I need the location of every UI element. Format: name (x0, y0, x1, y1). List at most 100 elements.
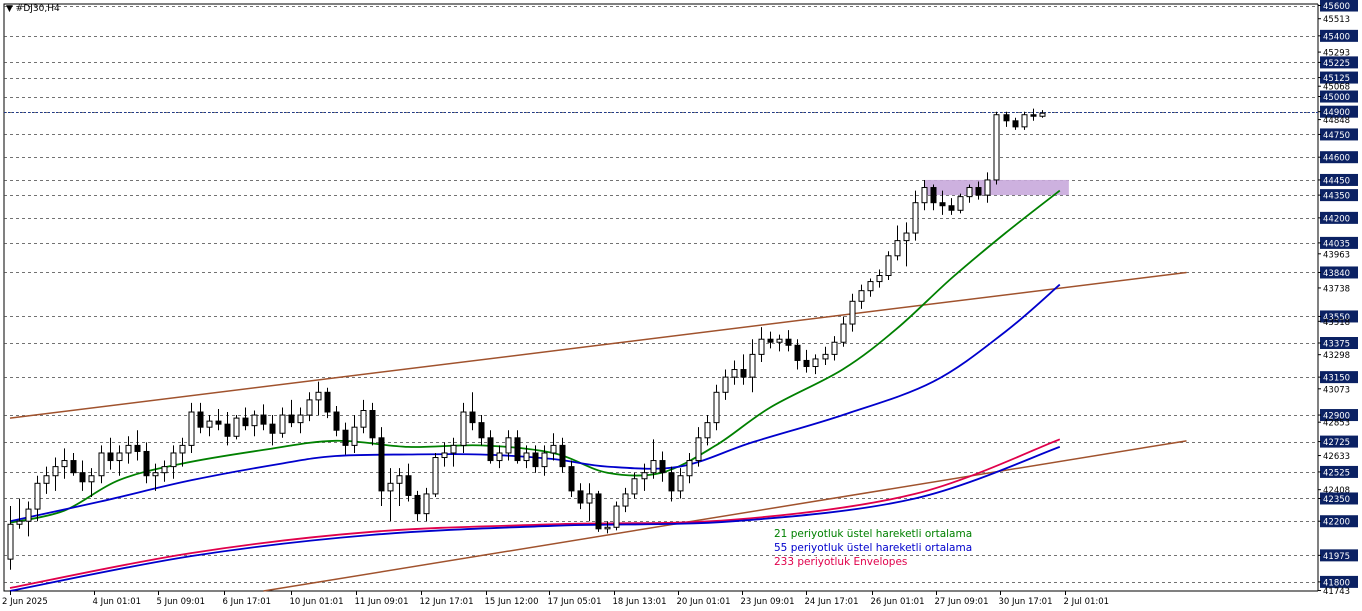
candle-up (957, 196, 964, 211)
time-tick-label: 4 Jun 01:01 (93, 597, 142, 607)
candle-down (242, 417, 249, 427)
price-tick-label: 44450 (1323, 176, 1350, 186)
candle-down (948, 205, 955, 211)
candle-down (930, 187, 937, 204)
candle-up (812, 358, 819, 368)
candle-up (351, 426, 358, 446)
price-tick-label: 43073 (1323, 385, 1350, 395)
candle-up (179, 444, 186, 454)
candle-down (767, 338, 774, 343)
candle-down (794, 344, 801, 361)
candle-up (251, 414, 258, 427)
time-tick-label: 26 Jun 01:01 (871, 597, 925, 607)
candle-up (496, 452, 503, 462)
symbol-label: #DJ30,H4 (15, 4, 60, 14)
price-tick-label: 41743 (1323, 587, 1350, 597)
candle-down (785, 338, 792, 346)
candle-up (306, 399, 313, 416)
candle-up (776, 338, 783, 343)
candle-down (487, 437, 494, 462)
candle-up (279, 414, 286, 434)
candle-down (1030, 114, 1037, 117)
time-tick-label: 23 Jun 09:01 (741, 597, 795, 607)
candle-up (88, 475, 95, 483)
candle-up (25, 508, 32, 522)
candle-up (7, 523, 14, 560)
candle-up (432, 457, 439, 495)
candle-down (70, 460, 77, 474)
candle-up (758, 338, 765, 355)
price-tick-label: 42725 (1323, 438, 1350, 448)
candle-down (469, 411, 476, 424)
candle-down (414, 494, 421, 515)
candle-down (197, 411, 204, 428)
price-tick-label: 43150 (1323, 374, 1350, 384)
candle-down (143, 450, 150, 477)
time-tick-label: 2 Jun 2025 (2, 597, 48, 607)
price-tick-label: 45400 (1323, 32, 1350, 42)
price-tick-label: 45513 (1323, 15, 1350, 25)
candle-up (61, 460, 68, 468)
candle-up (631, 478, 638, 495)
candle-up (450, 444, 457, 454)
candle-down (342, 429, 349, 446)
candle-down (1012, 120, 1019, 128)
legend-item-ema55: 55 periyotluk üstel hareketli ortalama (774, 542, 973, 554)
candle-up (613, 505, 620, 528)
time-tick-label: 30 Jun 17:01 (999, 597, 1053, 607)
title-marker-icon: ▼ (6, 4, 13, 14)
symbol-title: ▼ #DJ30,H4 (6, 4, 60, 14)
time-tick-label: 24 Jun 17:01 (805, 597, 859, 607)
price-tick-label: 44200 (1323, 214, 1350, 224)
candle-up (396, 475, 403, 484)
candle-up (541, 452, 548, 468)
candle-up (921, 187, 928, 204)
candle-up (822, 353, 829, 360)
candle-down (79, 472, 86, 483)
time-tick-label: 12 Jun 17:01 (420, 597, 474, 607)
candle-up (98, 452, 105, 477)
time-tick-label: 20 Jun 01:01 (677, 597, 731, 607)
candle-up (912, 202, 919, 234)
candle-up (188, 411, 195, 446)
candle-down (659, 460, 666, 474)
candle-down (975, 187, 982, 196)
candle-up (867, 281, 874, 292)
price-tick-label: 42525 (1323, 468, 1350, 478)
candle-down (532, 452, 539, 468)
candle-up (34, 482, 41, 510)
candle-up (523, 452, 530, 462)
time-tick-label: 2 Jul 01:01 (1064, 597, 1110, 607)
candle-up (722, 376, 729, 393)
price-tick-label: 44600 (1323, 154, 1350, 164)
candle-up (170, 452, 177, 468)
candle-up (749, 353, 756, 378)
price-tick-label: 42200 (1323, 518, 1350, 528)
legend-item-envelopes: 233 periyotluk Envelopes (774, 556, 908, 568)
candle-down (405, 475, 412, 496)
candle-up (858, 290, 865, 302)
candle-up (16, 520, 23, 525)
price-tick-label: 43298 (1323, 351, 1350, 361)
candle-up (984, 179, 991, 196)
candle-up (650, 460, 657, 474)
time-tick-label: 27 Jun 09:01 (935, 597, 989, 607)
candle-up (387, 482, 394, 492)
time-tick-label: 10 Jun 01:01 (290, 597, 344, 607)
candle-up (233, 417, 240, 437)
candle-down (514, 437, 521, 462)
candle-down (559, 444, 566, 468)
candle-down (568, 466, 575, 492)
candle-down (803, 359, 810, 368)
chart-area: 45600 45513 45400 45293 45225 45125 45068 45000… (0, 0, 1362, 611)
price-tick-label: 44350 (1323, 192, 1350, 202)
candle-down (478, 422, 485, 439)
candle-down (260, 414, 267, 425)
candle-up (125, 444, 132, 454)
time-tick-label: 11 Jun 09:01 (355, 597, 409, 607)
candle-down (740, 369, 747, 378)
candle-up (206, 420, 213, 428)
candle-up (695, 437, 702, 462)
plot-frame (3, 3, 1319, 592)
candle-up (297, 414, 304, 424)
